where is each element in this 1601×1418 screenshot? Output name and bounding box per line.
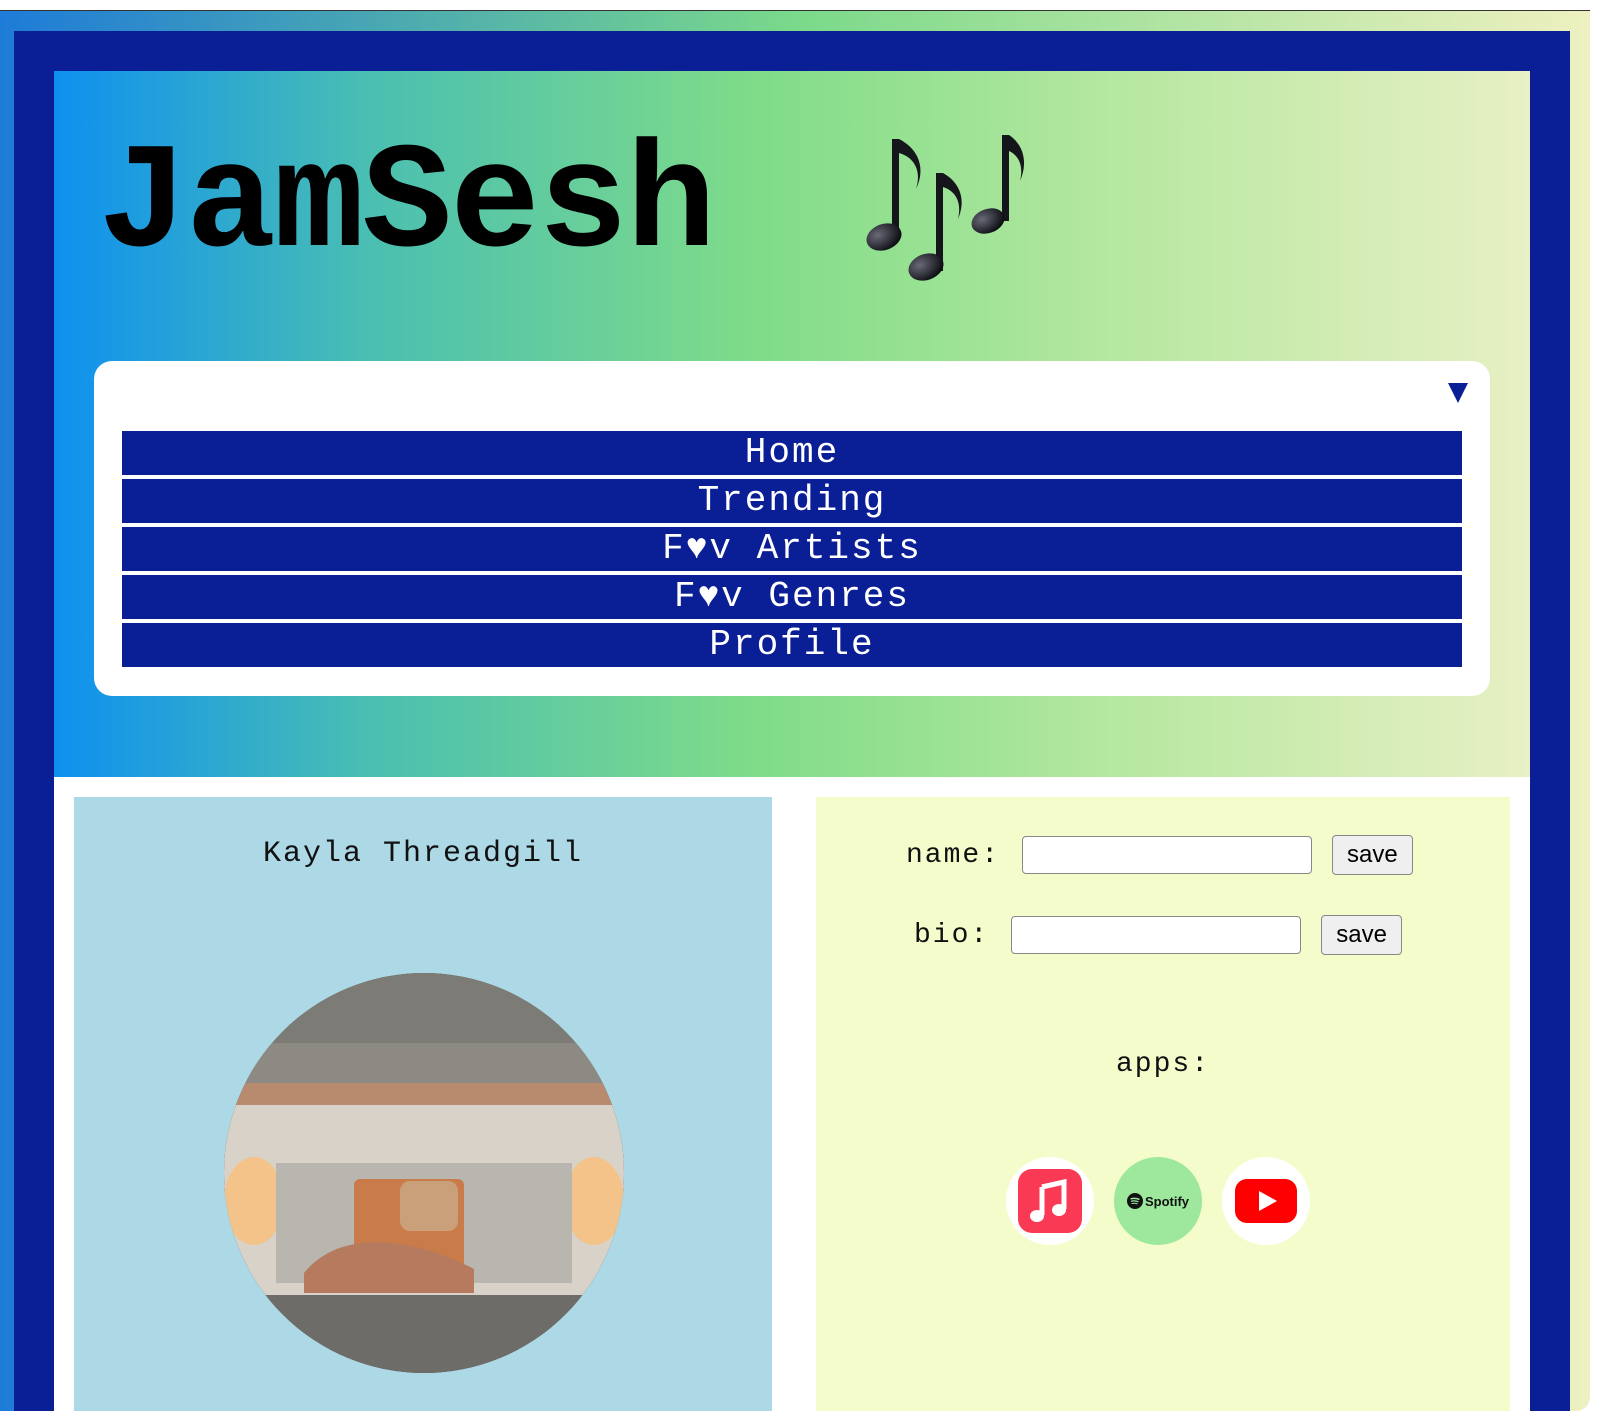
apple-music-icon[interactable] (1006, 1157, 1094, 1245)
name-input[interactable] (1022, 836, 1313, 874)
nav-list: Home Trending F♥v Artists F♥v Genres Pro… (122, 431, 1462, 671)
apps-label: apps: (1115, 1049, 1210, 1080)
bio-input[interactable] (1011, 916, 1302, 954)
profile-card: Kayla Threadgill (74, 797, 772, 1411)
bio-label: bio: (914, 919, 990, 951)
browser-viewport: JamSesh Home Trending F♥v Artists F♥v Ge… (0, 10, 1590, 1411)
avatar (224, 973, 624, 1373)
music-notes-icon (866, 135, 1024, 281)
nav-item-fav-artists[interactable]: F♥v Artists (122, 527, 1462, 571)
save-bio-button[interactable]: save (1321, 915, 1402, 955)
name-label: name: (906, 839, 1001, 871)
profile-photo (224, 973, 624, 1373)
edit-profile-panel: name: save bio: save apps: Spotify (816, 797, 1510, 1411)
bio-row: bio: save (914, 915, 1402, 955)
spotify-wordmark: Spotify (1144, 1193, 1190, 1209)
profile-name: Kayla Threadgill (262, 837, 584, 871)
profile-content: Kayla Threadgill name: save bio: save ap… (54, 777, 1530, 1411)
name-row: name: save (906, 835, 1413, 875)
youtube-icon[interactable] (1222, 1157, 1310, 1245)
site-title: JamSesh (98, 121, 716, 291)
nav-item-trending[interactable]: Trending (122, 479, 1462, 523)
save-name-button[interactable]: save (1332, 835, 1413, 875)
page-frame: JamSesh Home Trending F♥v Artists F♥v Ge… (14, 31, 1570, 1411)
nav-item-fav-genres[interactable]: F♥v Genres (122, 575, 1462, 619)
nav-menu: Home Trending F♥v Artists F♥v Genres Pro… (94, 361, 1490, 696)
nav-item-home[interactable]: Home (122, 431, 1462, 475)
spotify-icon[interactable]: Spotify (1114, 1157, 1202, 1245)
dropdown-toggle-icon[interactable] (1448, 383, 1468, 403)
site-header: JamSesh Home Trending F♥v Artists F♥v Ge… (54, 71, 1530, 777)
nav-item-profile[interactable]: Profile (122, 623, 1462, 667)
